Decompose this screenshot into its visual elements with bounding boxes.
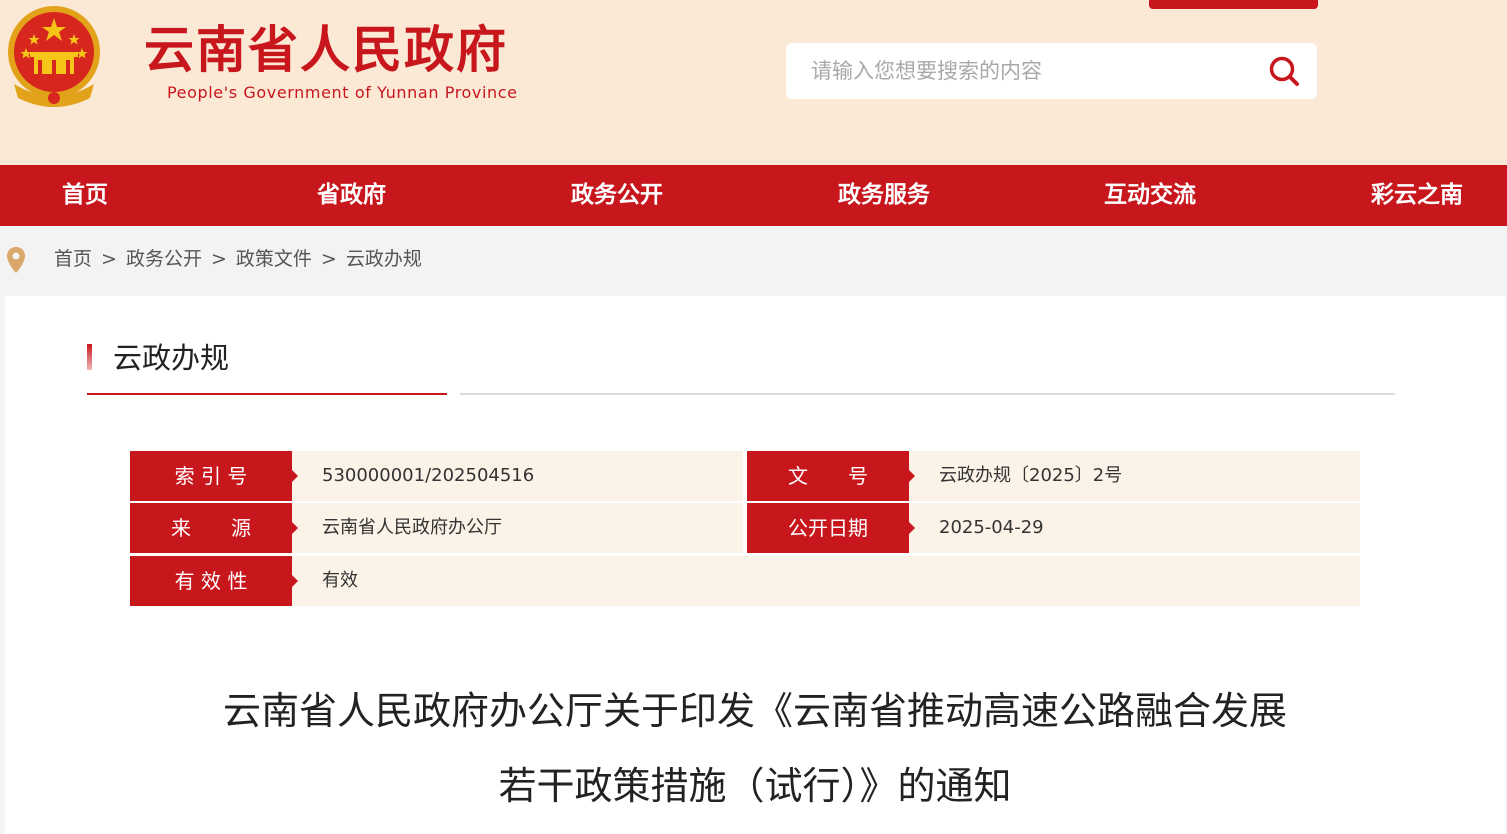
nav-item-provincial-government[interactable]: 省政府 xyxy=(317,165,386,226)
validity-label: 有 效 性 xyxy=(130,556,298,606)
search-icon xyxy=(1269,56,1299,86)
publish-date-label: 公开日期 xyxy=(747,503,915,553)
site-subtitle: People's Government of Yunnan Province xyxy=(167,83,518,102)
index-value: 530000001/202504516 xyxy=(322,465,535,486)
top-tab[interactable] xyxy=(1149,0,1318,9)
site-title: 云南省人民政府 xyxy=(144,21,508,79)
content-panel: 云政办规 索 引 号 530000001/202504516 文 号 云政办规〔… xyxy=(5,296,1505,834)
document-number-label: 文 号 xyxy=(747,451,915,501)
breadcrumb-home[interactable]: 首页 xyxy=(54,248,92,270)
meta-row-index: 索 引 号 530000001/202504516 xyxy=(130,451,743,501)
breadcrumb: 首页 > 政务公开 > 政策文件 > 云政办规 xyxy=(54,246,422,272)
section-divider-active xyxy=(87,393,447,395)
search-button[interactable] xyxy=(1264,53,1304,89)
breadcrumb-current[interactable]: 云政办规 xyxy=(346,248,422,270)
meta-row-date: 公开日期 2025-04-29 xyxy=(747,503,1360,553)
source-label: 来 源 xyxy=(130,503,298,553)
source-value: 云南省人民政府办公厅 xyxy=(322,517,502,538)
nav-item-home[interactable]: 首页 xyxy=(62,165,108,226)
nav-item-colorful-yunnan[interactable]: 彩云之南 xyxy=(1371,165,1463,226)
breadcrumb-separator: > xyxy=(101,248,117,270)
breadcrumb-policy-documents[interactable]: 政策文件 xyxy=(236,248,312,270)
index-label: 索 引 号 xyxy=(130,451,298,501)
breadcrumb-separator: > xyxy=(320,248,337,270)
main-nav: 首页 省政府 政务公开 政务服务 互动交流 彩云之南 xyxy=(0,165,1507,226)
section-marker xyxy=(87,344,92,370)
location-pin-icon xyxy=(7,247,25,273)
nav-item-interaction[interactable]: 互动交流 xyxy=(1104,165,1196,226)
publish-date-value: 2025-04-29 xyxy=(939,517,1044,538)
section-divider xyxy=(460,393,1395,395)
document-number-value: 云政办规〔2025〕2号 xyxy=(939,465,1123,486)
breadcrumb-separator: > xyxy=(210,248,227,270)
search-box xyxy=(786,43,1317,99)
nav-item-government-affairs-disclosure[interactable]: 政务公开 xyxy=(571,165,663,226)
national-emblem-icon xyxy=(8,6,100,107)
search-input[interactable] xyxy=(786,43,1246,99)
document-title-line-1: 云南省人民政府办公厅关于印发《云南省推动高速公路融合发展 xyxy=(222,689,1287,733)
validity-value: 有效 xyxy=(322,570,358,591)
meta-row-source: 来 源 云南省人民政府办公厅 xyxy=(130,503,743,553)
breadcrumb-government-affairs[interactable]: 政务公开 xyxy=(126,248,202,270)
section-title: 云政办规 xyxy=(113,341,230,375)
meta-row-validity: 有 效 性 有效 xyxy=(130,556,1360,606)
nav-item-government-services[interactable]: 政务服务 xyxy=(838,165,930,226)
site-header: 云南省人民政府 People's Government of Yunnan Pr… xyxy=(0,0,1507,165)
document-title-line-2: 若干政策措施（试行）》的通知 xyxy=(498,764,1012,808)
meta-row-docno: 文 号 云政办规〔2025〕2号 xyxy=(747,451,1360,501)
breadcrumb-bar: 首页 > 政务公开 > 政策文件 > 云政办规 xyxy=(0,226,1507,296)
